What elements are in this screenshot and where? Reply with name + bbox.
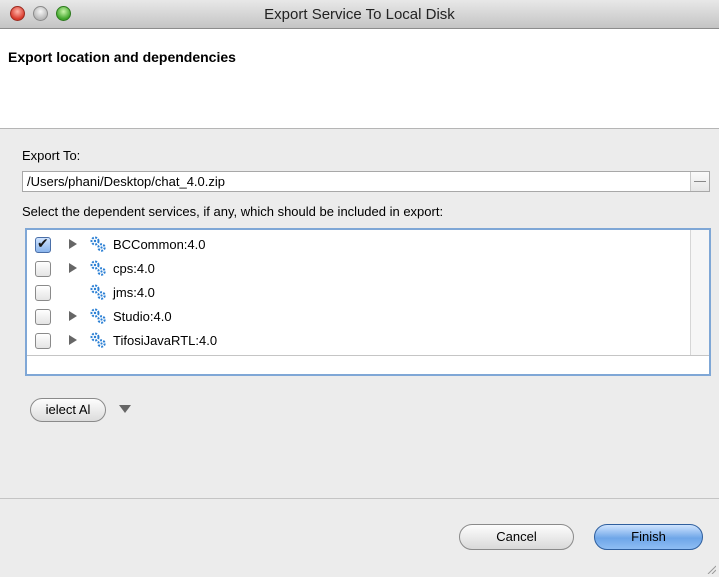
checkbox-tifosijavartl[interactable] [35,333,51,349]
disclosure-triangle-icon[interactable] [69,311,77,321]
window-title: Export Service To Local Disk [264,6,455,23]
service-gears-icon [90,284,106,300]
disclosure-triangle-icon[interactable] [69,239,77,249]
tree-row-cps[interactable]: cps:4.0 [27,258,687,282]
select-menu-arrow-icon[interactable] [119,405,131,413]
resize-grip-icon[interactable] [706,564,716,574]
checkbox-cps[interactable] [35,261,51,277]
window-titlebar: Export Service To Local Disk [0,0,719,29]
disclosure-triangle-icon[interactable] [69,335,77,345]
service-gears-icon [90,260,106,276]
dependencies-label: Select the dependent services, if any, w… [22,204,444,219]
tree-row-tifosijavartl[interactable]: TifosiJavaRTL:4.0 [27,330,687,354]
service-gears-icon [90,236,106,252]
tree-scrollbar[interactable] [690,230,709,355]
checkbox-bccommon[interactable] [35,235,51,253]
service-gears-icon [90,308,106,324]
footer-divider [0,498,719,499]
select-all-button[interactable]: ielect Al [30,398,106,422]
service-label: Studio:4.0 [113,309,172,324]
export-path-value: /Users/phani/Desktop/chat_4.0.zip [27,174,225,189]
finish-button[interactable]: Finish [594,524,703,550]
checkbox-jms[interactable] [35,285,51,301]
tree-row-studio[interactable]: Studio:4.0 [27,306,687,330]
page-title: Export location and dependencies [8,49,236,65]
checkbox-studio[interactable] [35,309,51,325]
service-gears-icon [90,332,106,348]
export-to-label: Export To: [22,148,81,163]
service-label: BCCommon:4.0 [113,237,206,252]
export-path-field[interactable]: /Users/phani/Desktop/chat_4.0.zip [22,171,710,192]
dependencies-tree-body: BCCommon:4.0 cps:4.0 jms:4.0 [27,230,709,356]
path-field-scroll[interactable] [690,172,709,191]
wizard-header: Export location and dependencies [0,29,719,129]
service-label: TifosiJavaRTL:4.0 [113,333,218,348]
cancel-button[interactable]: Cancel [459,524,574,550]
tree-row-jms[interactable]: jms:4.0 [27,282,687,306]
disclosure-triangle-icon[interactable] [69,263,77,273]
service-label: jms:4.0 [113,285,155,300]
service-label: cps:4.0 [113,261,155,276]
tree-row-bccommon[interactable]: BCCommon:4.0 [27,234,687,258]
dependencies-tree[interactable]: BCCommon:4.0 cps:4.0 jms:4.0 [25,228,711,376]
